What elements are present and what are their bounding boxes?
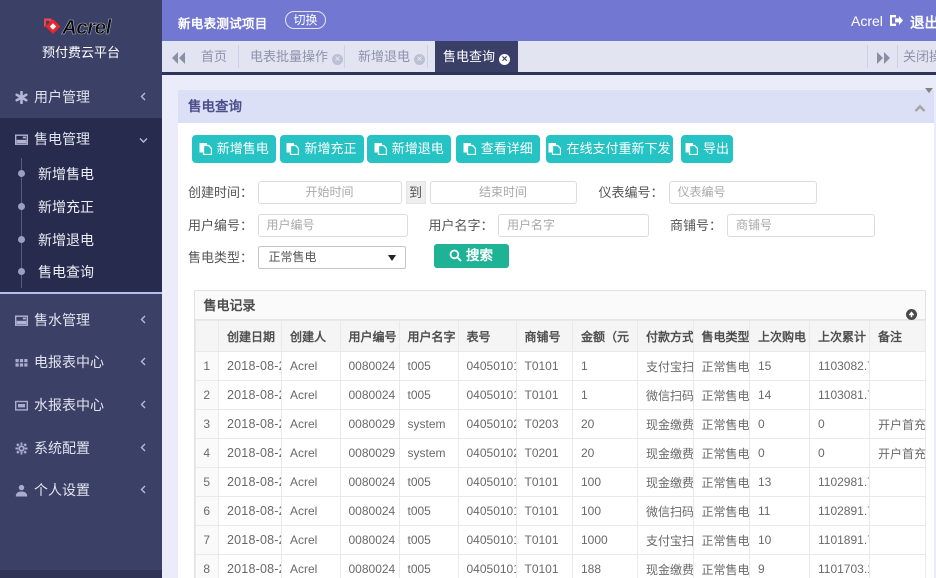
svg-text:Acrel: Acrel [61,17,113,37]
